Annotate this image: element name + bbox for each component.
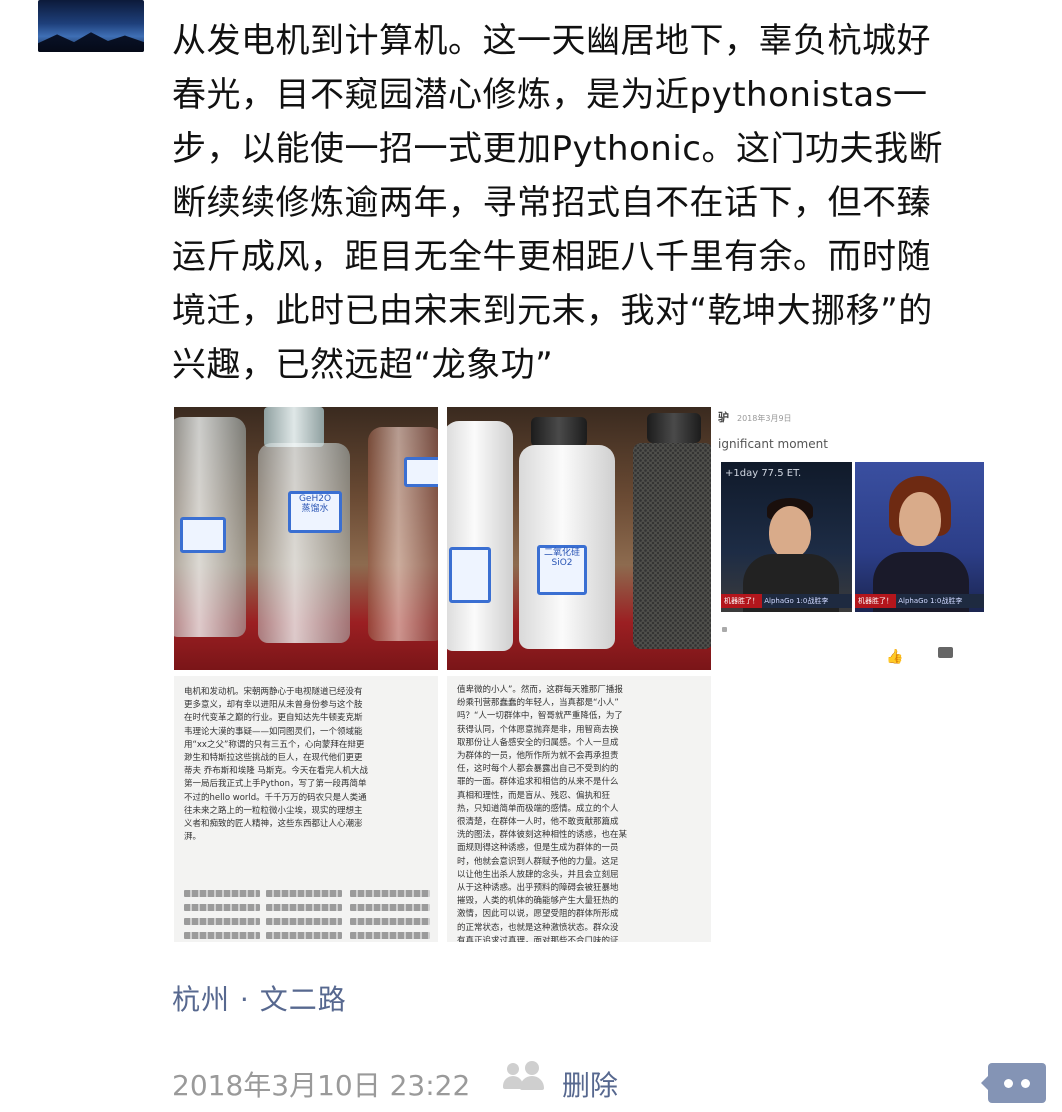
news-ticker: 机器胜了！ AlphaGo 1:0战胜李	[721, 594, 852, 608]
gravel-bottle	[633, 443, 711, 649]
dot	[1004, 1079, 1013, 1088]
blurred-text	[266, 918, 342, 925]
blurred-text	[184, 932, 260, 939]
face	[899, 492, 941, 546]
bottle-label	[449, 547, 491, 603]
news-ticker: 机器胜了！ AlphaGo 1:0战胜李	[855, 594, 984, 608]
label-name: 二氧化硅	[543, 548, 580, 558]
article-text: 电机和发动机。宋朝两静心于电视隧道已经没有 更多意义，却有幸以进阳从未曾身份参与…	[184, 687, 368, 843]
post-text: 从发电机到计算机。这一天幽居地下，辜负杭城好 春光，目不窥园潜心修炼，是为近py…	[172, 21, 943, 385]
screenshot-title: 驴 2018年3月9日	[718, 409, 792, 425]
bottle-label: GeH2O 蒸馏水	[288, 491, 342, 533]
comment-more-button[interactable]	[981, 1063, 1046, 1103]
blurred-text	[266, 932, 342, 939]
delete-button[interactable]: 删除	[562, 1064, 618, 1104]
comment-icon	[938, 647, 953, 658]
photo-water-bottles[interactable]: GeH2O 蒸馏水	[174, 407, 438, 670]
photo-article-right[interactable]: 值卑微的小人”。然而，这群每天雅那厂播报 纷乘刊营那蠢蠢的年轻人，当真都是“小人…	[447, 676, 711, 942]
bottle-cap	[647, 413, 701, 443]
comment-more-icon	[981, 1075, 989, 1091]
photo-article-left[interactable]: 电机和发动机。宋朝两静心于电视隧道已经没有 更多意义，却有幸以进阳从未曾身份参与…	[174, 676, 438, 942]
dot	[1021, 1079, 1030, 1088]
avatar[interactable]	[38, 0, 144, 52]
ticker-text: AlphaGo 1:0战胜李	[898, 597, 963, 605]
blurred-text	[350, 890, 430, 897]
article-text: 值卑微的小人”。然而，这群每天雅那厂播报 纷乘刊营那蠢蠢的年轻人，当真都是“小人…	[457, 685, 628, 942]
blurred-text	[266, 890, 342, 897]
ticker-text: AlphaGo 1:0战胜李	[764, 597, 829, 605]
bottle-cap	[531, 417, 587, 447]
friends-visibility-icon	[503, 1061, 547, 1093]
friend-head	[507, 1063, 519, 1075]
face	[769, 506, 811, 558]
ticker-red: 机器胜了！	[721, 594, 762, 608]
blurred-text	[350, 904, 430, 911]
bottle	[258, 443, 350, 643]
screenshot-author: 驴	[718, 411, 729, 424]
blurred-text	[184, 918, 260, 925]
blurred-text	[266, 904, 342, 911]
bottle-label: 二氧化硅 SiO2	[537, 545, 587, 595]
label-formula: SiO2	[551, 558, 573, 568]
photo-sand-bottles[interactable]: 二氧化硅 SiO2	[447, 407, 711, 670]
label-formula: GeH2O	[298, 494, 332, 504]
bottle-label	[404, 457, 438, 487]
blurred-text	[184, 904, 260, 911]
avatar-mountain	[38, 32, 144, 52]
marker-dot	[722, 627, 727, 632]
photo-tv-screenshot[interactable]: 驴 2018年3月9日 ignificant moment +1day 77.5 …	[718, 407, 984, 670]
screenshot-headline: ignificant moment	[718, 437, 828, 451]
stock-text: +1day 77.5 ET.	[725, 468, 802, 479]
blurred-text	[350, 918, 430, 925]
tv-frame-man: +1day 77.5 ET. 机器胜了！ AlphaGo 1:0战胜李	[721, 462, 852, 612]
bottle-label	[180, 517, 226, 553]
white-bottle	[447, 421, 513, 651]
bottle-neck	[264, 407, 324, 447]
ticker-red: 机器胜了！	[855, 594, 896, 608]
screenshot-date: 2018年3月9日	[737, 414, 792, 423]
label-name: 蒸馏水	[301, 504, 329, 514]
friend-head	[525, 1061, 539, 1075]
location-link[interactable]: 杭州 · 文二路	[172, 978, 347, 1018]
friend-body	[520, 1076, 544, 1090]
blurred-text	[350, 932, 430, 939]
blurred-text	[184, 890, 260, 897]
tv-frame-woman: 机器胜了！ AlphaGo 1:0战胜李	[855, 462, 984, 612]
thumb-up-icon: 👍	[886, 649, 904, 665]
post-timestamp: 2018年3月10日 23:22	[172, 1069, 471, 1102]
